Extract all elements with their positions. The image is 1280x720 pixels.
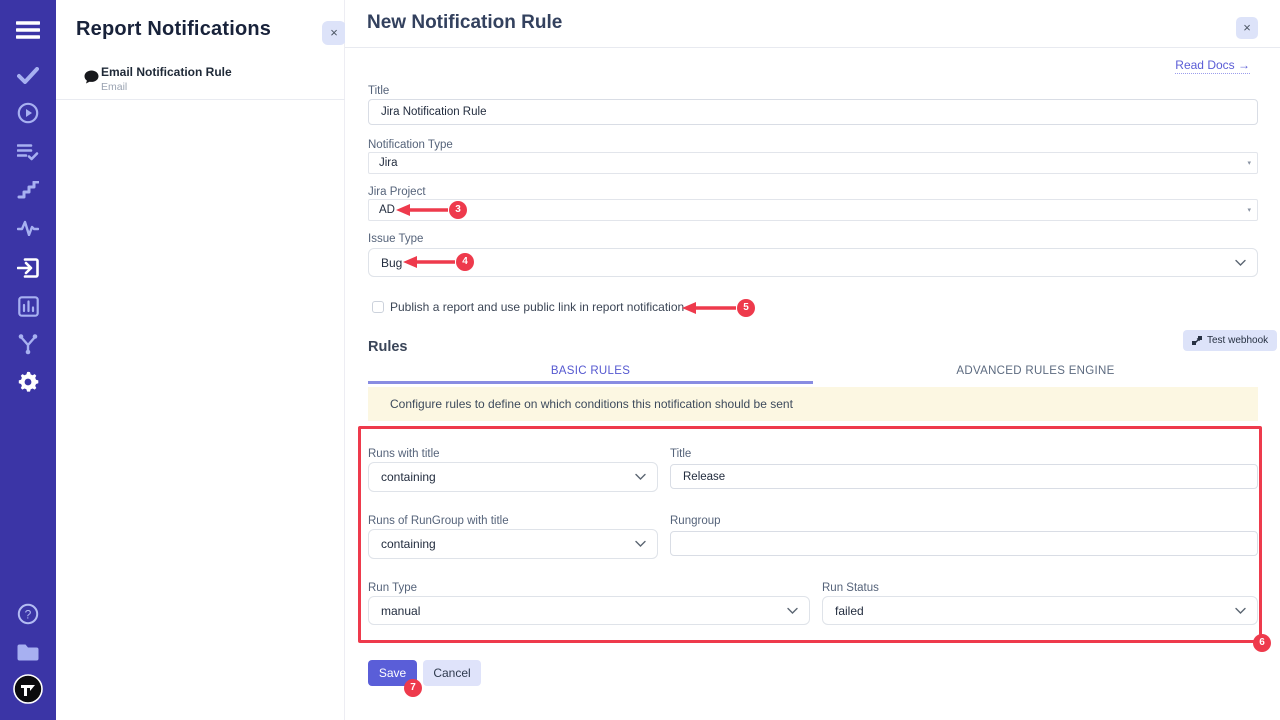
avatar-t[interactable] — [0, 674, 56, 704]
rules-heading: Rules — [368, 339, 408, 355]
issue-type-select[interactable]: Bug — [368, 248, 1258, 277]
rungroup-with-title-label: Runs of RunGroup with title — [368, 515, 509, 527]
bar-chart-icon[interactable] — [0, 293, 56, 319]
list-item-subtitle: Email — [101, 81, 127, 93]
form-close-button[interactable]: × — [1236, 17, 1258, 39]
help-circle-icon[interactable]: ? — [0, 601, 56, 627]
test-webhook-button[interactable]: Test webhook — [1183, 330, 1277, 351]
read-docs-link[interactable]: Read Docs → — [1175, 58, 1250, 74]
list-item-title: Email Notification Rule — [101, 65, 232, 79]
gear-icon[interactable] — [0, 369, 56, 395]
run-status-value: failed — [835, 604, 864, 618]
runs-with-title-value: containing — [381, 470, 436, 484]
panel-close-button[interactable]: × — [322, 21, 346, 45]
notification-type-select[interactable]: Jira ▾ — [368, 152, 1258, 174]
caret-down-icon: ▾ — [1247, 206, 1251, 214]
title-input[interactable] — [368, 99, 1258, 125]
tab-advanced-rules-engine[interactable]: ADVANCED RULES ENGINE — [813, 359, 1258, 384]
fork-icon[interactable] — [0, 331, 56, 357]
rungroup-with-title-select[interactable]: containing — [368, 529, 658, 559]
issue-type-value: Bug — [381, 256, 402, 270]
chat-bubble-icon — [83, 69, 100, 91]
chevron-down-icon — [1235, 259, 1246, 266]
cancel-button[interactable]: Cancel — [423, 660, 481, 686]
sidebar-rail: ? — [0, 0, 56, 720]
publish-checkbox-label: Publish a report and use public link in … — [390, 300, 684, 314]
tab-basic-rules[interactable]: BASIC RULES — [368, 359, 813, 384]
webhook-icon — [1192, 336, 1202, 346]
menu-icon[interactable] — [0, 17, 56, 43]
rules-tabs: BASIC RULES ADVANCED RULES ENGINE — [368, 359, 1258, 384]
jira-project-value: AD — [379, 204, 395, 216]
test-webhook-label: Test webhook — [1207, 335, 1268, 346]
notification-type-label: Notification Type — [368, 139, 453, 151]
run-status-select[interactable]: failed — [822, 596, 1258, 625]
chevron-down-icon — [635, 474, 646, 481]
report-notifications-panel: Report Notifications Email Notification … — [56, 0, 345, 720]
steps-icon[interactable] — [0, 177, 56, 203]
rules-info-text: Configure rules to define on which condi… — [390, 397, 793, 411]
new-notification-rule-form: New Notification Rule × Read Docs → Titl… — [345, 0, 1280, 720]
svg-text:?: ? — [25, 607, 32, 621]
annotation-badge-6: 6 — [1253, 634, 1271, 652]
title-label: Title — [368, 85, 389, 97]
runs-with-title-select[interactable]: containing — [368, 462, 658, 492]
panel-title: Report Notifications — [76, 18, 271, 41]
rules-info-banner: Configure rules to define on which condi… — [368, 387, 1258, 421]
chevron-down-icon — [635, 541, 646, 548]
chevron-down-icon — [1235, 607, 1246, 614]
activity-icon[interactable] — [0, 215, 56, 241]
run-type-value: manual — [381, 604, 420, 618]
annotation-arrow-5 — [682, 301, 738, 315]
notification-list-item[interactable]: Email Notification Rule Email — [56, 58, 345, 100]
play-circle-icon[interactable] — [0, 100, 56, 126]
form-header: New Notification Rule — [345, 0, 1280, 48]
form-title: New Notification Rule — [367, 12, 562, 34]
notification-type-value: Jira — [379, 157, 398, 169]
jira-project-label: Jira Project — [368, 186, 426, 198]
run-status-label: Run Status — [822, 582, 879, 594]
publish-checkbox[interactable] — [372, 301, 384, 313]
chevron-down-icon — [787, 607, 798, 614]
run-type-label: Run Type — [368, 582, 417, 594]
check-icon[interactable] — [0, 62, 56, 88]
jira-project-select[interactable]: AD ▾ — [368, 199, 1258, 221]
rungroup-input[interactable] — [670, 531, 1258, 556]
runs-with-title-label: Runs with title — [368, 448, 440, 460]
rule-title-label: Title — [670, 448, 691, 460]
rule-title-input[interactable] — [670, 464, 1258, 489]
rungroup-label: Rungroup — [670, 515, 721, 527]
folder-icon[interactable] — [0, 639, 56, 665]
run-type-select[interactable]: manual — [368, 596, 810, 625]
sign-in-icon[interactable] — [0, 255, 56, 281]
issue-type-label: Issue Type — [368, 233, 423, 245]
caret-down-icon: ▾ — [1247, 159, 1251, 167]
save-button[interactable]: Save — [368, 660, 417, 686]
annotation-badge-5: 5 — [737, 299, 755, 317]
rungroup-with-title-value: containing — [381, 537, 436, 551]
list-check-icon[interactable] — [0, 139, 56, 165]
